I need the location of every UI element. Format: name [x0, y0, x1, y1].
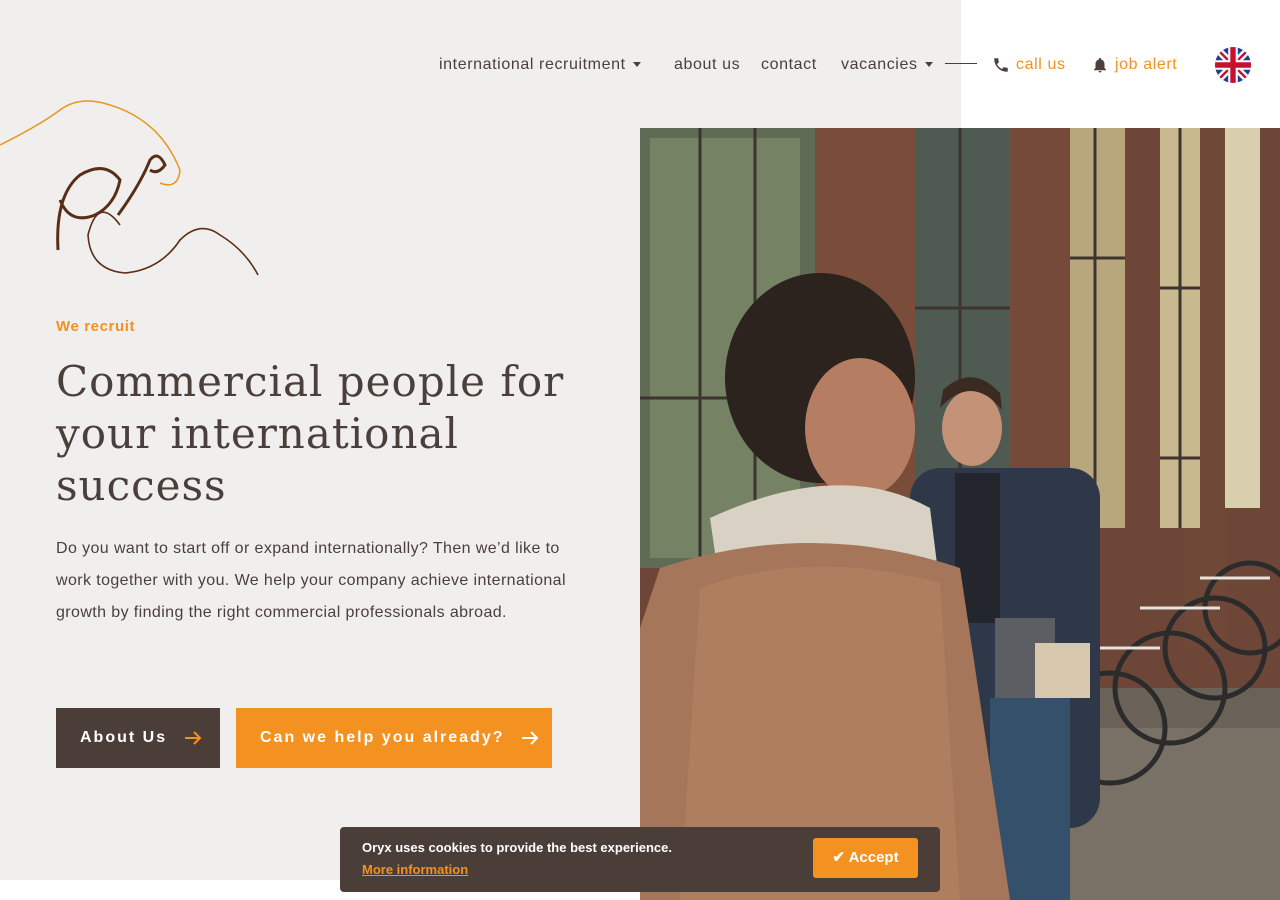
help-button-label: Can we help you already?	[260, 729, 505, 746]
about-us-button-label: About Us	[80, 729, 168, 746]
bell-icon	[1094, 57, 1106, 73]
hero-photo-illustration	[640, 128, 1280, 900]
hero-lead: Do you want to start off or expand inter…	[56, 540, 566, 621]
nav-divider	[945, 63, 977, 64]
cookie-accept-button[interactable]: ✔ Accept	[813, 838, 918, 878]
cookie-banner: Oryx uses cookies to provide the best ex…	[340, 827, 940, 892]
arrow-right-icon	[521, 731, 539, 745]
nav-item-contact[interactable]: contact	[761, 52, 817, 78]
nav-item-about-us[interactable]: about us	[674, 52, 740, 78]
help-button[interactable]: Can we help you already?	[236, 708, 552, 768]
job-alert-label: job alert	[1115, 56, 1178, 73]
oryx-logo	[0, 100, 259, 276]
about-us-button[interactable]: About Us	[56, 708, 220, 768]
nav-item-label: about us	[674, 56, 741, 73]
call-us-link[interactable]: call us	[992, 52, 1066, 78]
arrow-right-icon	[184, 731, 201, 745]
chevron-down-icon	[924, 62, 933, 68]
main-navigation: international recruitment about us conta…	[0, 52, 1280, 78]
job-alert-link[interactable]: job alert	[1091, 52, 1177, 78]
phone-icon	[994, 58, 1008, 72]
hero-headline: Commercial people for your international…	[56, 357, 565, 510]
nav-item-label: vacancies	[841, 56, 918, 73]
call-us-label: call us	[1016, 56, 1066, 73]
hero-eyebrow: We recruit	[56, 318, 136, 335]
chevron-down-icon	[632, 62, 641, 68]
nav-item-label: international recruitment	[439, 56, 626, 73]
nav-item-label: contact	[761, 56, 817, 73]
nav-item-vacancies[interactable]: vacancies	[841, 52, 933, 78]
nav-item-international-recruitment[interactable]: international recruitment	[439, 52, 641, 78]
uk-flag-icon[interactable]	[1215, 47, 1251, 83]
cookie-message: Oryx uses cookies to provide the best ex…	[362, 840, 672, 855]
hero-photo	[640, 128, 1280, 900]
cookie-more-info-link[interactable]: More information	[362, 862, 468, 877]
